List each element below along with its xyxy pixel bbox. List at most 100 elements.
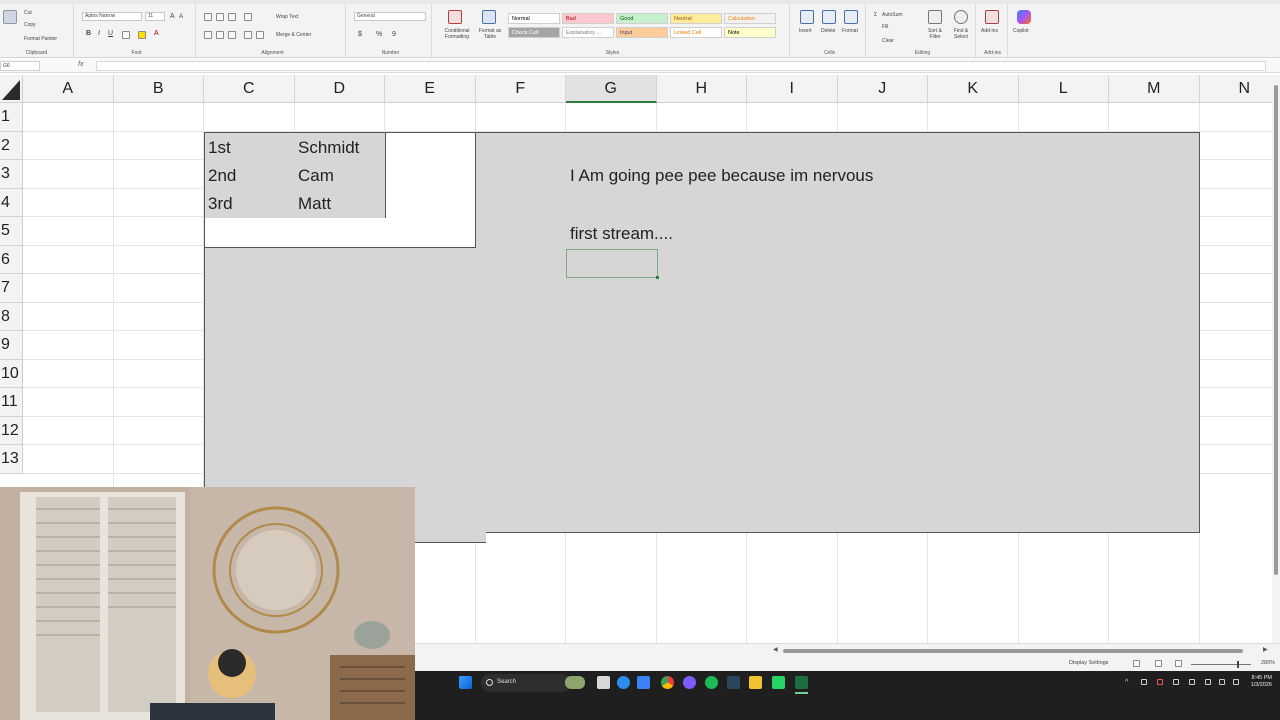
column-header-f[interactable]: F	[475, 75, 566, 103]
zoom-level[interactable]: 280%	[1261, 660, 1275, 666]
page-layout-icon[interactable]	[1155, 660, 1162, 667]
zoom-slider[interactable]	[1191, 664, 1251, 665]
font-size-dropdown[interactable]: 11	[145, 12, 165, 21]
format-painter-button[interactable]: Format Painter	[24, 36, 57, 42]
copilot-icon[interactable]	[1017, 10, 1031, 24]
cell-style-check-cell[interactable]: Check Cell	[508, 27, 560, 38]
copy-button[interactable]: Copy	[24, 22, 36, 28]
column-header-h[interactable]: H	[656, 75, 747, 103]
active-cell-g6[interactable]	[566, 249, 659, 279]
chrome-icon[interactable]	[661, 676, 674, 689]
table-place-1[interactable]: 1st	[208, 138, 231, 158]
select-all-button[interactable]	[0, 75, 23, 103]
grow-font-icon[interactable]: A	[170, 13, 175, 20]
row-header-1[interactable]: 1	[0, 103, 23, 132]
row-header-13[interactable]: 13	[0, 445, 23, 474]
sort-filter-button[interactable]: Sort & Filter	[924, 28, 946, 40]
table-place-2[interactable]: 2nd	[208, 166, 236, 186]
borders-icon[interactable]	[122, 31, 130, 39]
cell-style-calculation[interactable]: Calculation	[724, 13, 776, 24]
currency-icon[interactable]: $	[358, 31, 362, 38]
row-header-10[interactable]: 10	[0, 359, 23, 388]
row-header-8[interactable]: 8	[0, 302, 23, 331]
name-box[interactable]: G6	[0, 61, 40, 71]
addins-icon[interactable]	[985, 10, 999, 24]
table-place-3[interactable]: 3rd	[208, 194, 233, 214]
tray-icon-3[interactable]	[1173, 679, 1179, 685]
normal-view-icon[interactable]	[1133, 660, 1140, 667]
column-header-k[interactable]: K	[928, 75, 1019, 103]
taskbar-search[interactable]: Search	[481, 674, 571, 692]
row-header-12[interactable]: 12	[0, 416, 23, 445]
find-select-icon[interactable]	[954, 10, 968, 24]
tray-chevron-icon[interactable]: ^	[1125, 679, 1128, 686]
cell-style-bad[interactable]: Bad	[562, 13, 614, 24]
battery-icon[interactable]	[1233, 679, 1239, 685]
cell-style-explanatory[interactable]: Explanatory ...	[562, 27, 614, 38]
format-cells-icon[interactable]	[844, 10, 858, 24]
insert-cells-icon[interactable]	[800, 10, 814, 24]
align-top-icon[interactable]	[204, 13, 212, 21]
task-view-icon[interactable]	[597, 676, 610, 689]
orientation-icon[interactable]	[244, 13, 252, 21]
row-header-11[interactable]: 11	[0, 388, 23, 417]
wrap-text-button[interactable]: Wrap Text	[276, 14, 298, 20]
align-bottom-icon[interactable]	[228, 13, 236, 21]
vertical-scrollbar[interactable]	[1272, 75, 1280, 643]
cell-style-neutral[interactable]: Neutral	[670, 13, 722, 24]
find-select-button[interactable]: Find & Select	[950, 28, 972, 40]
italic-icon[interactable]: I	[98, 30, 100, 37]
cell-style-good[interactable]: Good	[616, 13, 668, 24]
decrease-indent-icon[interactable]	[244, 31, 252, 39]
cell-style-normal[interactable]: Normal	[508, 13, 560, 24]
number-format-dropdown[interactable]: General	[354, 12, 426, 21]
zoom-slider-knob[interactable]	[1237, 661, 1239, 668]
vertical-scroll-thumb[interactable]	[1274, 85, 1278, 575]
align-middle-icon[interactable]	[216, 13, 224, 21]
paste-icon[interactable]	[3, 10, 17, 24]
wifi-icon[interactable]	[1205, 679, 1211, 685]
align-left-icon[interactable]	[204, 31, 212, 39]
edge-icon[interactable]	[617, 676, 630, 689]
fx-icon[interactable]: fx	[78, 61, 83, 68]
column-header-g[interactable]: G	[566, 75, 657, 103]
table-name-2[interactable]: Cam	[298, 166, 334, 186]
tray-icon-2[interactable]	[1157, 679, 1163, 685]
file-explorer-icon[interactable]	[749, 676, 762, 689]
cell-style-note[interactable]: Note	[724, 27, 776, 38]
row-header-3[interactable]: 3	[0, 160, 23, 189]
row-header-5[interactable]: 5	[0, 217, 23, 246]
row-header-2[interactable]: 2	[0, 131, 23, 160]
format-as-table-button[interactable]: Format as Table	[474, 28, 506, 40]
note-line-2[interactable]: first stream....	[570, 224, 673, 244]
note-line-1[interactable]: I Am going pee pee because im nervous	[570, 166, 873, 186]
merge-center-button[interactable]: Merge & Center	[276, 32, 311, 38]
photos-icon[interactable]	[637, 676, 650, 689]
page-break-icon[interactable]	[1175, 660, 1182, 667]
autosum-icon[interactable]: Σ	[874, 12, 877, 18]
column-header-l[interactable]: L	[1018, 75, 1109, 103]
display-settings-button[interactable]: Display Settings	[1069, 660, 1108, 666]
comma-icon[interactable]: 9	[392, 31, 396, 38]
clock[interactable]: 8:45 PM 1/3/2026	[1251, 675, 1272, 689]
excel-icon[interactable]	[795, 676, 808, 689]
fill-button[interactable]: Fill	[882, 24, 888, 30]
fill-color-icon[interactable]	[138, 31, 146, 39]
conditional-formatting-button[interactable]: Conditional Formatting	[438, 28, 476, 40]
align-right-icon[interactable]	[228, 31, 236, 39]
tray-icon-1[interactable]	[1141, 679, 1147, 685]
underline-icon[interactable]: U	[108, 30, 113, 37]
windows-start-icon[interactable]	[459, 676, 472, 689]
insert-button[interactable]: Insert	[799, 28, 812, 34]
widget-icon[interactable]	[565, 676, 585, 689]
column-header-c[interactable]: C	[204, 75, 295, 103]
shrink-font-icon[interactable]: A	[179, 14, 183, 20]
copilot-button[interactable]: Copilot	[1013, 28, 1029, 34]
increase-indent-icon[interactable]	[256, 31, 264, 39]
spotify-icon[interactable]	[705, 676, 718, 689]
gray-rectangle-shape[interactable]	[475, 132, 1200, 533]
column-header-e[interactable]: E	[385, 75, 476, 103]
cells-c5-e5[interactable]	[205, 218, 476, 248]
format-as-table-icon[interactable]	[482, 10, 496, 24]
cells-e2-e4[interactable]	[385, 133, 475, 218]
